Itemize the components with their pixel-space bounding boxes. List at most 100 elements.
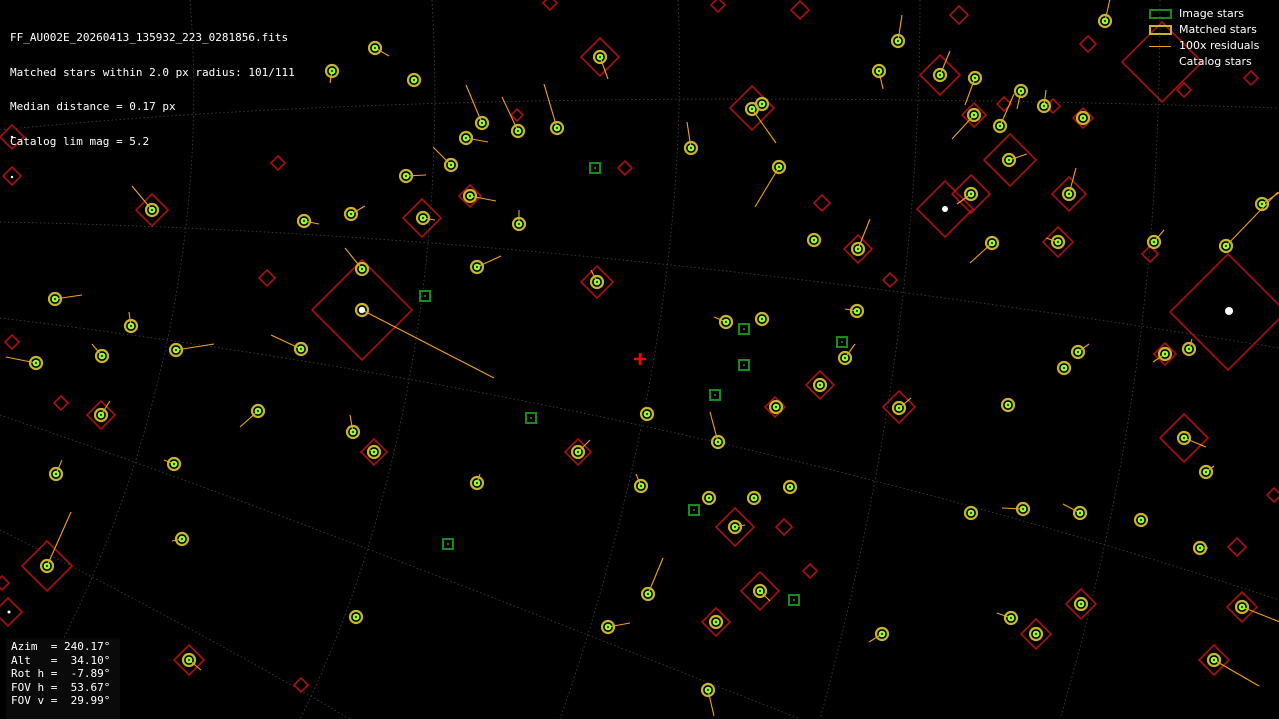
matched-star-core: [576, 450, 580, 454]
matched-star-core: [404, 174, 408, 178]
matched-star-core: [555, 126, 559, 130]
catalog-star-marker: [257, 268, 277, 288]
matched-star-core: [330, 69, 334, 73]
legend-catalog-stars: Catalog stars: [1147, 54, 1271, 70]
matched-star-core: [100, 354, 104, 358]
residual-line: [465, 137, 489, 143]
matched-star-core: [689, 146, 693, 150]
matched-star-core: [716, 440, 720, 444]
matched-star-core: [351, 430, 355, 434]
matched-star-core: [412, 78, 416, 82]
matched-star-core: [468, 194, 472, 198]
legend-residuals: 100x residuals: [1147, 38, 1271, 54]
matched-star-core: [1067, 192, 1071, 196]
catalog-star-marker: [709, 0, 727, 14]
bright-star: [942, 206, 948, 212]
catalog-star-marker: [52, 394, 70, 412]
matched-star-core: [706, 688, 710, 692]
image-star-dot: [743, 364, 745, 366]
matched-star-core: [1062, 366, 1066, 370]
matched-star-core: [180, 537, 184, 541]
matched-star-core: [516, 129, 520, 133]
altitude-text: Alt = 34.10°: [11, 653, 111, 667]
matched-star-core: [480, 121, 484, 125]
image-star-dot: [594, 167, 596, 169]
matched-star-core: [880, 632, 884, 636]
matched-star-core: [752, 496, 756, 500]
residual-line: [46, 511, 72, 567]
catalog-star-marker: [1168, 252, 1279, 372]
image-star-dot: [424, 295, 426, 297]
matched-star-core: [1212, 658, 1216, 662]
catalog-star-marker: [1242, 69, 1260, 87]
matched-star-core: [54, 472, 58, 476]
matched-star-core: [774, 405, 778, 409]
matched-star-core: [1260, 202, 1264, 206]
matched-star-core: [187, 658, 191, 662]
legend-image-label: Image stars: [1179, 7, 1244, 20]
matched-star-core: [1079, 602, 1083, 606]
residual-line: [361, 309, 495, 379]
matched-star-core: [812, 238, 816, 242]
image-star-dot: [693, 509, 695, 511]
matched-star-core: [256, 409, 260, 413]
azimuth-text: Azim = 240.17°: [11, 640, 111, 653]
matched-star-core: [1152, 240, 1156, 244]
matched-star-core: [1078, 511, 1082, 515]
matched-star-core: [1021, 507, 1025, 511]
legend-matched-stars: Matched stars: [1147, 22, 1271, 38]
matched-star-core: [1240, 605, 1244, 609]
residual-line: [969, 242, 993, 264]
catalog-star-marker: [812, 193, 832, 213]
residual-line: [1213, 659, 1260, 687]
matched-star-core: [45, 564, 49, 568]
matched-star-core: [1103, 19, 1107, 23]
matched-star-core: [938, 73, 942, 77]
matched-star-core: [421, 216, 425, 220]
catalog-star-marker: [948, 4, 970, 26]
bright-star: [359, 307, 365, 313]
residual-line: [344, 247, 363, 270]
matched-star-core: [174, 348, 178, 352]
image-star-dot: [793, 599, 795, 601]
matched-star-core: [1182, 436, 1186, 440]
matched-star-core: [714, 620, 718, 624]
solution-info: FF_AU002E_20260413_135932_223_0281856.fi…: [10, 9, 295, 159]
catalog-star-marker: [789, 0, 811, 21]
matched-star-core: [1007, 158, 1011, 162]
matched-star-core: [639, 484, 643, 488]
image-star-dot: [447, 543, 449, 545]
catalog-limit-text: Catalog lim mag = 5.2: [10, 134, 150, 148]
matched-star-core: [760, 317, 764, 321]
bright-star: [7, 610, 11, 614]
matched-star-core: [354, 615, 358, 619]
pointing-info: Azim = 240.17° Alt = 34.10° Rot h = -7.8…: [6, 638, 120, 719]
matched-star-core: [1187, 347, 1191, 351]
matched-star-core: [1006, 403, 1010, 407]
matched-star-core: [517, 222, 521, 226]
matched-star-core: [998, 124, 1002, 128]
matched-star-core: [1056, 240, 1060, 244]
legend-matched-label: Matched stars: [1179, 23, 1257, 36]
matched-star-core: [349, 212, 353, 216]
matched-star-core: [896, 39, 900, 43]
matched-star-core: [788, 485, 792, 489]
matched-star-core: [818, 383, 822, 387]
matched-star-core: [1034, 632, 1038, 636]
legend-image-stars: Image stars: [1147, 6, 1271, 22]
fov-v-text: FOV v = 29.99°: [11, 694, 111, 707]
matched-star-core: [733, 525, 737, 529]
matched-star-core: [372, 450, 376, 454]
matched-star-core: [606, 625, 610, 629]
matched-star-core: [373, 46, 377, 50]
residual-line: [239, 410, 259, 428]
matched-star-core: [53, 297, 57, 301]
catalog-star-marker: [995, 95, 1013, 113]
residual-line: [951, 114, 975, 140]
image-star-swatch-icon: [1149, 9, 1172, 19]
image-star-dot: [714, 394, 716, 396]
catalog-star-marker: [3, 333, 21, 351]
center-marker-icon: [634, 353, 646, 365]
matched-star-core: [172, 462, 176, 466]
filename-text: FF_AU002E_20260413_135932_223_0281856.fi…: [10, 31, 289, 44]
